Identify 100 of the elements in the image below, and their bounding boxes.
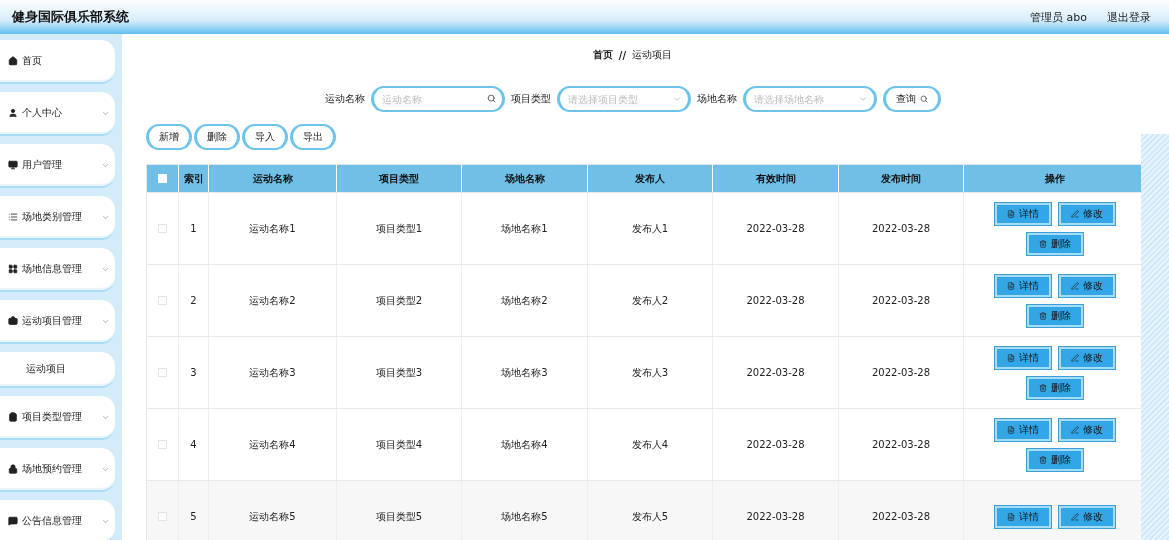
home-icon bbox=[8, 56, 18, 66]
submenu-item[interactable]: 运动项目 bbox=[0, 352, 115, 388]
menu-item[interactable]: 用户管理 bbox=[0, 144, 115, 188]
table-cell: 发布人5 bbox=[588, 481, 713, 540]
briefcase-icon bbox=[8, 316, 18, 326]
menu-item[interactable]: 首页 bbox=[0, 40, 115, 84]
select-field[interactable]: 请选择场地名称 bbox=[742, 86, 877, 112]
query-button[interactable]: 查询 bbox=[882, 86, 941, 112]
field-label: 项目类型 bbox=[510, 92, 551, 106]
trash-icon bbox=[1039, 383, 1047, 392]
user-name: 管理员 abo bbox=[1030, 9, 1087, 25]
document-icon bbox=[1007, 425, 1015, 434]
search-icon bbox=[919, 95, 928, 103]
edit-button[interactable]: 修改 bbox=[1059, 346, 1115, 369]
pen-icon bbox=[1071, 281, 1079, 290]
user-icon bbox=[8, 108, 18, 118]
menu-item[interactable]: 个人中心 bbox=[0, 92, 115, 136]
table-cell: 场地名称5 bbox=[462, 481, 588, 540]
delete-button[interactable]: 删除 bbox=[1027, 232, 1083, 255]
table-cell: 项目类型2 bbox=[337, 265, 462, 336]
select-all-checkbox[interactable] bbox=[158, 174, 167, 183]
row-checkbox[interactable] bbox=[158, 440, 167, 449]
table-cell: 2022-03-28 bbox=[839, 481, 964, 540]
delete-button[interactable]: 删除 bbox=[1027, 376, 1083, 399]
table-cell: 5 bbox=[179, 481, 209, 540]
table-cell: 发布人2 bbox=[588, 265, 713, 336]
table-cell: 2 bbox=[179, 265, 209, 336]
action-button[interactable]: 导出 bbox=[290, 124, 336, 150]
message-icon bbox=[8, 516, 18, 526]
document-icon bbox=[1007, 512, 1015, 521]
breadcrumb-item: 运动项目 bbox=[632, 48, 673, 62]
table-cell: 2022-03-28 bbox=[713, 481, 839, 540]
table-cell: 场地名称1 bbox=[462, 193, 588, 264]
row-checkbox[interactable] bbox=[158, 224, 167, 233]
menu-item[interactable]: 运动项目管理 bbox=[0, 300, 115, 344]
document-icon bbox=[1007, 281, 1015, 290]
detail-button[interactable]: 详情 bbox=[995, 202, 1051, 225]
column-header: 发布人 bbox=[588, 165, 713, 192]
edit-button[interactable]: 修改 bbox=[1059, 202, 1115, 225]
column-header: 场地名称 bbox=[462, 165, 588, 192]
document-icon bbox=[1007, 353, 1015, 362]
table-cell: 项目类型3 bbox=[337, 337, 462, 408]
table-cell: 项目类型5 bbox=[337, 481, 462, 540]
breadcrumb-item[interactable]: 首页 bbox=[592, 48, 613, 62]
search-icon bbox=[486, 94, 496, 103]
table-cell: 运动名称4 bbox=[209, 409, 337, 480]
table-cell: 4 bbox=[179, 409, 209, 480]
menu-item[interactable]: 场地预约管理 bbox=[0, 448, 115, 492]
menu-item[interactable]: 项目类型管理 bbox=[0, 396, 115, 440]
pen-icon bbox=[1071, 425, 1079, 434]
action-button[interactable]: 新增 bbox=[146, 124, 192, 150]
detail-button[interactable]: 详情 bbox=[995, 274, 1051, 297]
chevron-icon bbox=[857, 94, 868, 104]
menu-item[interactable]: 场地类别管理 bbox=[0, 196, 115, 240]
column-header: 索引 bbox=[179, 165, 209, 192]
table-cell: 项目类型4 bbox=[337, 409, 462, 480]
row-checkbox[interactable] bbox=[158, 368, 167, 377]
column-header: 有效时间 bbox=[713, 165, 839, 192]
table-cell: 项目类型1 bbox=[337, 193, 462, 264]
table-cell: 2022-03-28 bbox=[713, 193, 839, 264]
document-icon bbox=[1007, 209, 1015, 218]
detail-button[interactable]: 详情 bbox=[995, 346, 1051, 369]
action-button[interactable]: 删除 bbox=[194, 124, 240, 150]
column-header: 项目类型 bbox=[337, 165, 462, 192]
detail-button[interactable]: 详情 bbox=[995, 505, 1051, 528]
app-title: 健身国际俱乐部系统 bbox=[12, 8, 129, 26]
pen-icon bbox=[1071, 512, 1079, 521]
table-cell: 2022-03-28 bbox=[839, 193, 964, 264]
table-cell: 发布人4 bbox=[588, 409, 713, 480]
pen-icon bbox=[1071, 209, 1079, 218]
delete-button[interactable]: 删除 bbox=[1027, 304, 1083, 327]
row-checkbox[interactable] bbox=[158, 512, 167, 521]
table-cell: 场地名称3 bbox=[462, 337, 588, 408]
table-cell: 2022-03-28 bbox=[713, 409, 839, 480]
delete-button[interactable]: 删除 bbox=[1027, 448, 1083, 471]
column-header: 发布时间 bbox=[839, 165, 964, 192]
menu-item[interactable]: 场地信息管理 bbox=[0, 248, 115, 292]
field-label: 运动名称 bbox=[324, 92, 365, 106]
detail-button[interactable]: 详情 bbox=[995, 418, 1051, 441]
list-icon bbox=[8, 212, 18, 222]
table-cell: 运动名称3 bbox=[209, 337, 337, 408]
table-cell: 场地名称4 bbox=[462, 409, 588, 480]
edit-button[interactable]: 修改 bbox=[1059, 418, 1115, 441]
edit-button[interactable]: 修改 bbox=[1059, 505, 1115, 528]
field-label: 场地名称 bbox=[696, 92, 737, 106]
table-cell: 运动名称1 bbox=[209, 193, 337, 264]
menu-item[interactable]: 公告信息管理 bbox=[0, 500, 115, 540]
logout-link[interactable]: 退出登录 bbox=[1107, 9, 1151, 25]
edit-button[interactable]: 修改 bbox=[1059, 274, 1115, 297]
table-cell: 运动名称5 bbox=[209, 481, 337, 540]
trash-icon bbox=[1039, 455, 1047, 464]
table-cell: 2022-03-28 bbox=[839, 409, 964, 480]
table-cell: 2022-03-28 bbox=[713, 265, 839, 336]
column-header: 运动名称 bbox=[209, 165, 337, 192]
row-checkbox[interactable] bbox=[158, 296, 167, 305]
table-cell: 2022-03-28 bbox=[839, 265, 964, 336]
table-cell: 发布人3 bbox=[588, 337, 713, 408]
trash-icon bbox=[1039, 239, 1047, 248]
action-button[interactable]: 导入 bbox=[242, 124, 288, 150]
breadcrumb-separator: // bbox=[618, 49, 627, 61]
